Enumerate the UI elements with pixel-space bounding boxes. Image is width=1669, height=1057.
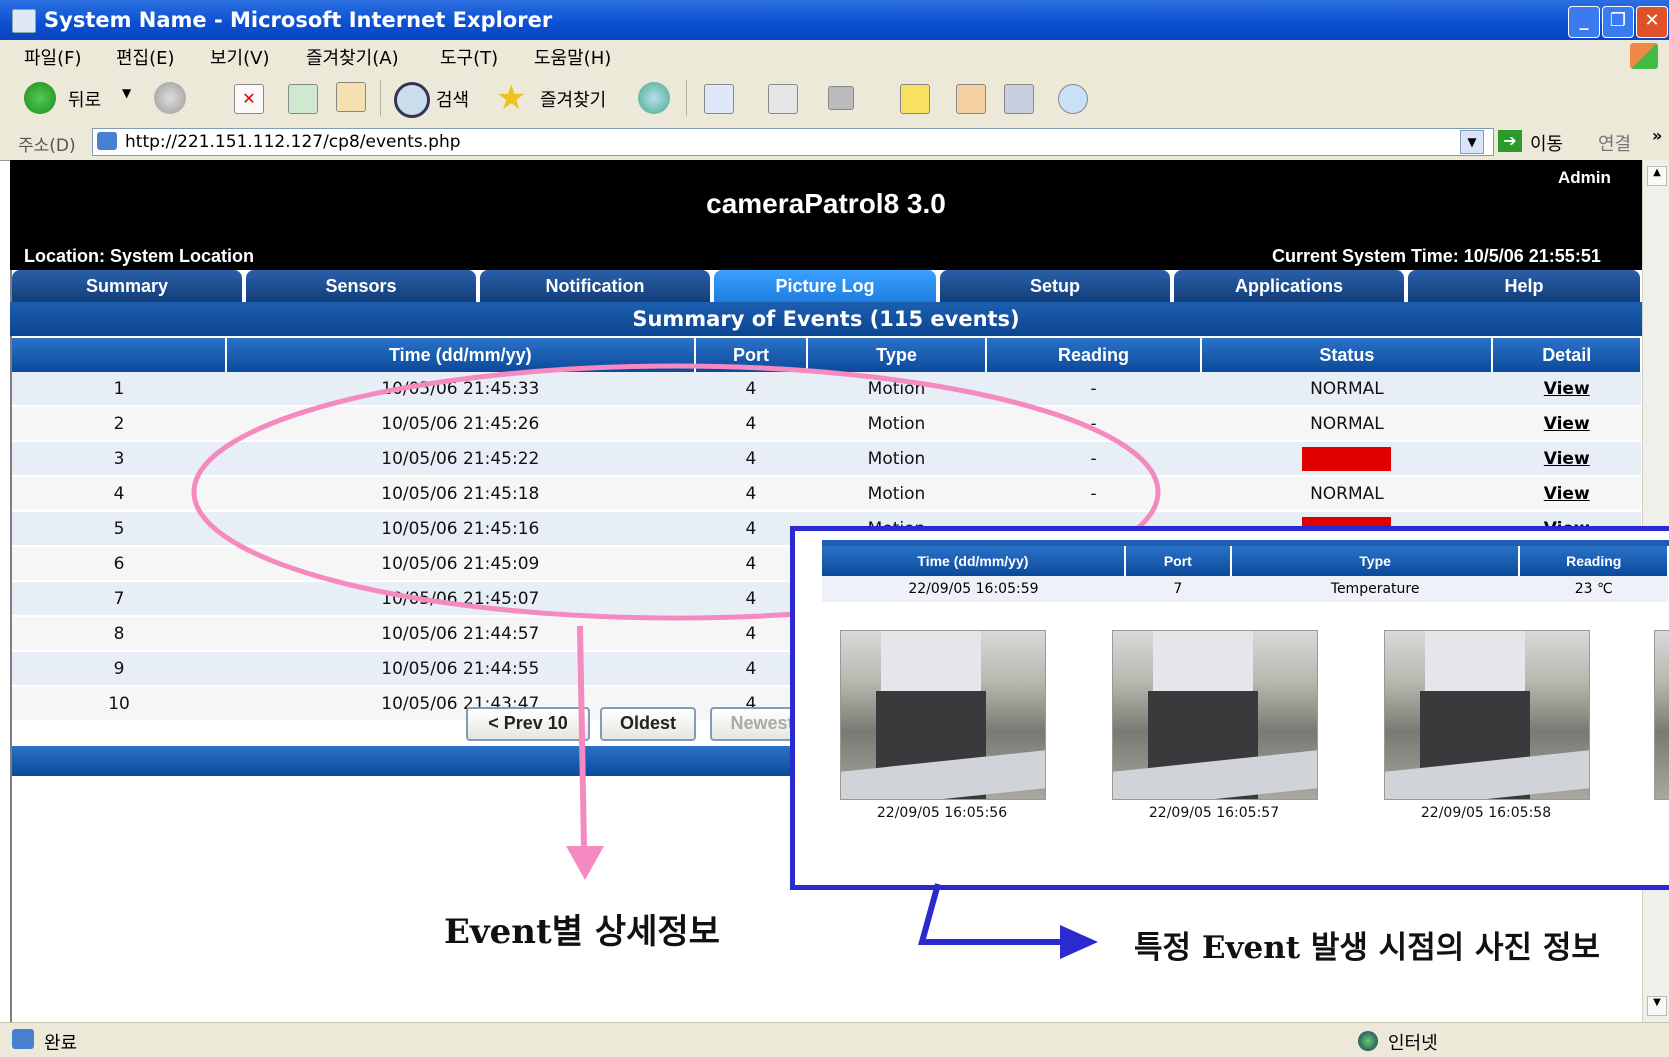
status-bar: 완료 인터넷 — [0, 1022, 1669, 1057]
page-status-icon — [12, 1029, 34, 1049]
internet-globe-icon — [1358, 1031, 1378, 1051]
popup-connector-svg — [918, 883, 1098, 959]
blue-arrow-head — [1060, 925, 1098, 959]
right-caption: 특정 Event 발생 시점의 사진 정보 — [1134, 930, 1600, 966]
status-text: 완료 — [44, 1033, 78, 1054]
blue-arrow-line — [918, 883, 1064, 945]
left-caption: Event별 상세정보 — [444, 912, 720, 952]
zone-label: 인터넷 — [1388, 1033, 1438, 1054]
